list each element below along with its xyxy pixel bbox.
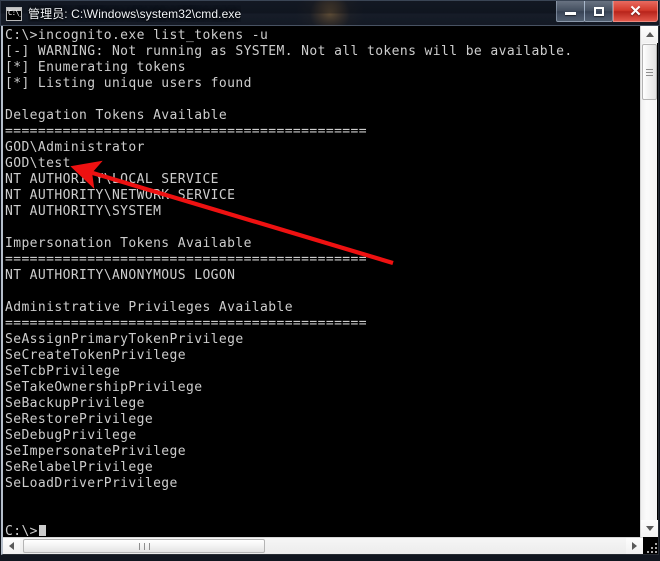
- console-line: Impersonation Tokens Available: [5, 236, 252, 251]
- console-line: ========================================…: [5, 124, 367, 139]
- console-line: SeRestorePrivilege: [5, 412, 154, 427]
- chevron-right-icon: [632, 542, 637, 550]
- console-line: SeDebugPrivilege: [5, 428, 137, 443]
- chevron-left-icon: [9, 542, 14, 550]
- close-icon: ✕: [629, 2, 642, 20]
- console-line: SeCreateTokenPrivilege: [5, 348, 186, 363]
- console-line: [-] WARNING: Not running as SYSTEM. Not …: [5, 44, 573, 59]
- console-line: SeTakeOwnershipPrivilege: [5, 380, 203, 395]
- horizontal-scrollbar[interactable]: [3, 537, 643, 554]
- console-output-area[interactable]: C:\>incognito.exe list_tokens -u [-] WARN…: [3, 26, 616, 536]
- console-line: NT AUTHORITY\NETWORK SERVICE: [5, 188, 236, 203]
- console-line: SeTcbPrivilege: [5, 364, 121, 379]
- caption-buttons: ✕: [556, 1, 658, 22]
- console-line: GOD\Administrator: [5, 140, 145, 155]
- console-cursor: [38, 525, 46, 536]
- scroll-up-button[interactable]: [641, 26, 658, 43]
- scrollbar-grip: [137, 542, 152, 550]
- resize-grip[interactable]: [642, 538, 657, 553]
- scroll-right-button[interactable]: [626, 538, 643, 554]
- console-line: ========================================…: [5, 252, 367, 267]
- vertical-scrollbar-thumb[interactable]: [642, 44, 657, 100]
- cmd-icon: C:\_: [6, 6, 22, 21]
- console-line: SeAssignPrimaryTokenPrivilege: [5, 332, 244, 347]
- maximize-button[interactable]: [584, 1, 613, 22]
- console-line: C:\>incognito.exe list_tokens -u: [5, 28, 269, 43]
- window-title: 管理员: C:\Windows\system32\cmd.exe: [28, 7, 242, 21]
- cmd-icon-glyph: C:\_: [8, 8, 22, 17]
- horizontal-scrollbar-thumb[interactable]: [23, 539, 265, 553]
- chevron-down-icon: [645, 526, 654, 531]
- window-client-area: C:\>incognito.exe list_tokens -u [-] WARN…: [1, 26, 659, 555]
- maximize-icon: [593, 6, 604, 16]
- minimize-button[interactable]: [556, 1, 585, 22]
- vertical-scrollbar[interactable]: [640, 26, 658, 537]
- cmd-window: C:\_ 管理员: C:\Windows\system32\cmd.exe ✕ …: [0, 0, 660, 555]
- minimize-icon: [565, 12, 576, 15]
- console-line: NT AUTHORITY\SYSTEM: [5, 204, 162, 219]
- console-line: Administrative Privileges Available: [5, 300, 293, 315]
- console-line: NT AUTHORITY\ANONYMOUS LOGON: [5, 268, 236, 283]
- console-line: SeBackupPrivilege: [5, 396, 145, 411]
- console-line: SeImpersonatePrivilege: [5, 444, 186, 459]
- console-line: SeRelabelPrivilege: [5, 460, 154, 475]
- scroll-down-button[interactable]: [641, 520, 658, 537]
- window-titlebar[interactable]: C:\_ 管理员: C:\Windows\system32\cmd.exe ✕: [0, 0, 660, 26]
- console-line: GOD\test: [5, 156, 71, 171]
- scrollbar-grip: [646, 67, 653, 78]
- console-lines: C:\>incognito.exe list_tokens -u [-] WARN…: [5, 28, 616, 536]
- console-line: C:\>: [5, 524, 616, 536]
- console-line: [*] Enumerating tokens: [5, 60, 186, 75]
- console-line: ========================================…: [5, 316, 367, 331]
- console-line: SeLoadDriverPrivilege: [5, 476, 178, 491]
- console-line: NT AUTHORITY\LOCAL SERVICE: [5, 172, 219, 187]
- close-button[interactable]: ✕: [613, 1, 658, 22]
- console-line: Delegation Tokens Available: [5, 108, 228, 123]
- scroll-left-button[interactable]: [3, 538, 20, 554]
- desktop-background: C:\_ 管理员: C:\Windows\system32\cmd.exe ✕ …: [0, 0, 660, 561]
- console-line: [*] Listing unique users found: [5, 76, 252, 91]
- chevron-up-icon: [645, 32, 654, 37]
